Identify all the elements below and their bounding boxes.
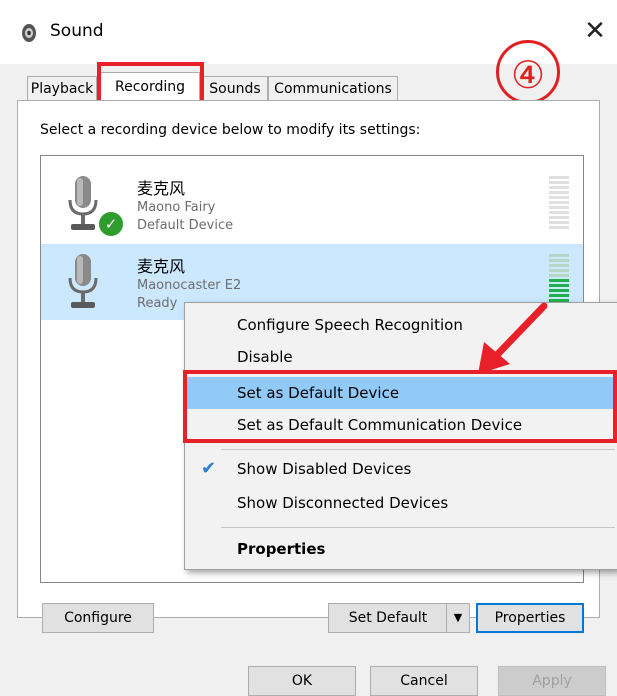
apply-button[interactable]: Apply bbox=[498, 666, 606, 696]
device-status: Ready bbox=[137, 296, 178, 311]
green-check-icon: ✓ bbox=[97, 210, 125, 238]
device-name: 麦克风 bbox=[137, 257, 186, 276]
ok-button[interactable]: OK bbox=[248, 666, 356, 696]
tab-sounds[interactable]: Sounds bbox=[202, 76, 268, 100]
set-default-label: Set Default bbox=[348, 610, 428, 626]
menu-item-show-disabled-devices[interactable]: ✔ Show Disabled Devices bbox=[185, 453, 617, 485]
menu-item-properties[interactable]: Properties bbox=[185, 533, 617, 565]
properties-button[interactable]: Properties bbox=[476, 603, 584, 633]
dropdown-arrow-icon[interactable]: ▼ bbox=[446, 604, 469, 632]
device-item-maono-fairy[interactable]: ✓ 麦克风 Maono Fairy Default Device bbox=[41, 166, 583, 242]
speaker-icon bbox=[22, 24, 36, 42]
menu-separator bbox=[221, 449, 615, 450]
cancel-button[interactable]: Cancel bbox=[370, 666, 478, 696]
annotation-arrow-icon bbox=[478, 302, 548, 374]
configure-button[interactable]: Configure bbox=[42, 603, 154, 633]
device-status: Default Device bbox=[137, 218, 234, 233]
menu-item-show-disconnected-devices[interactable]: Show Disconnected Devices bbox=[185, 487, 617, 519]
menu-item-configure-speech-recognition[interactable]: Configure Speech Recognition bbox=[185, 309, 617, 341]
microphone-icon bbox=[68, 254, 98, 308]
close-button[interactable]: ✕ bbox=[580, 16, 610, 46]
step-number-badge: ④ bbox=[496, 40, 560, 104]
device-model: Maono Fairy bbox=[137, 200, 216, 215]
default-options-highlight bbox=[183, 370, 617, 443]
tab-communications[interactable]: Communications bbox=[268, 76, 398, 100]
tab-playback[interactable]: Playback bbox=[27, 76, 97, 100]
device-model: Maonocaster E2 bbox=[137, 278, 242, 293]
menu-item-label: Show Disabled Devices bbox=[237, 460, 412, 478]
device-name: 麦克风 bbox=[137, 179, 186, 198]
level-meter bbox=[549, 176, 569, 234]
menu-separator bbox=[221, 527, 615, 528]
microphone-icon bbox=[68, 176, 98, 230]
window-title: Sound bbox=[50, 21, 104, 41]
set-default-button[interactable]: Set Default ▼ bbox=[328, 603, 470, 633]
menu-item-disable[interactable]: Disable bbox=[185, 341, 617, 373]
checkmark-icon: ✔ bbox=[201, 458, 217, 479]
instruction-text: Select a recording device below to modif… bbox=[40, 122, 421, 138]
